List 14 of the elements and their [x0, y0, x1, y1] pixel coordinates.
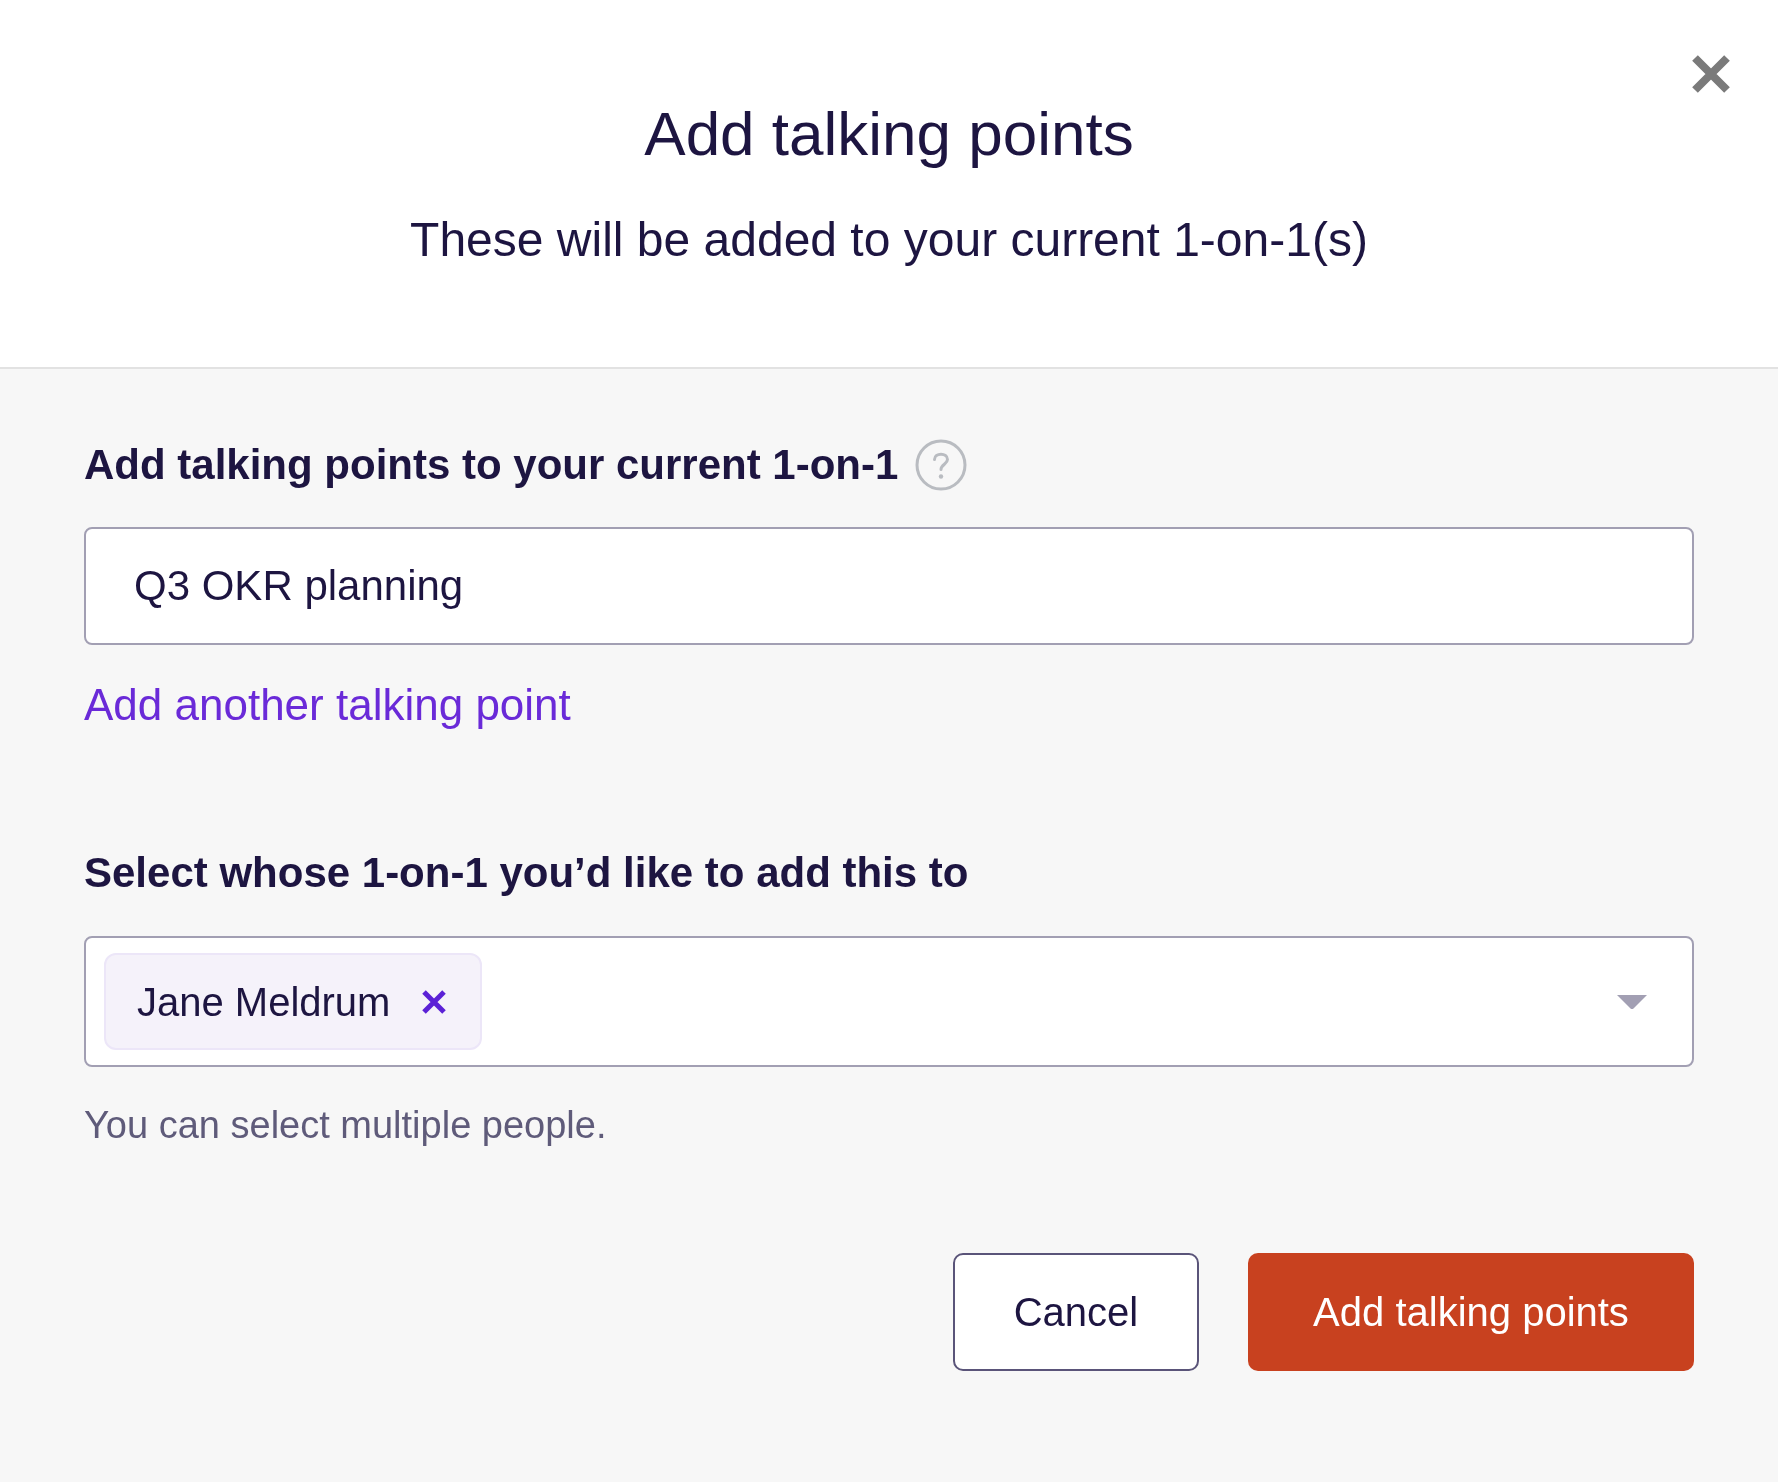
remove-icon[interactable]: [421, 988, 448, 1015]
close-icon[interactable]: [1690, 53, 1732, 95]
caret-icon[interactable]: [1617, 994, 1647, 1009]
talking-points-label: Add talking points to your current 1-on-1: [84, 440, 899, 490]
cancel-button[interactable]: Cancel: [953, 1253, 1199, 1371]
add-another-link[interactable]: Add another talking point: [84, 679, 571, 731]
people-select[interactable]: Jane Meldrum: [84, 936, 1694, 1067]
add-talking-points-button[interactable]: Add talking points: [1248, 1253, 1694, 1371]
people-select-label: Select whose 1-on-1 you’d like to add this to: [84, 848, 969, 898]
dialog-subtitle: These will be added to your current 1-on-1(s): [410, 212, 1368, 268]
people-hint: You can select multiple people.: [84, 1103, 607, 1148]
person-name: Jane Meldrum: [137, 978, 391, 1026]
dialog-title: Add talking points: [644, 98, 1134, 170]
talking-point-field[interactable]: Q3 OKR planning: [84, 527, 1694, 645]
